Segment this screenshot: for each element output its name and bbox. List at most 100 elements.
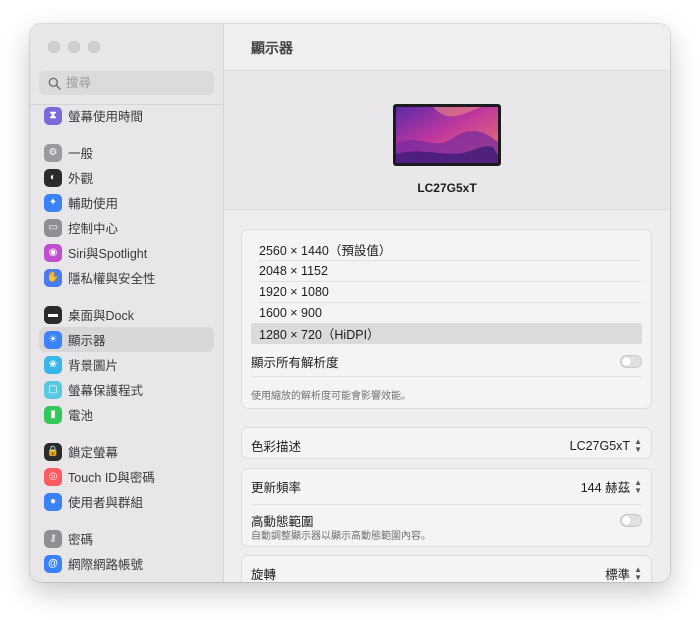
- accessibility-icon: ✦: [44, 193, 62, 212]
- title-bar: 顯示器: [224, 24, 670, 71]
- sidebar-item-label: Siri與Spotlight: [68, 247, 148, 261]
- sidebar-item-siri[interactable]: ◉ Siri與Spotlight: [39, 240, 214, 265]
- sidebar-item-fingerprint[interactable]: ◎ Touch ID與密碼: [39, 464, 214, 489]
- sidebar-item-label: 外觀: [68, 172, 94, 186]
- rotation-card: 旋轉 標準 ▲ ▼: [241, 555, 652, 582]
- resolution-hint: 使用縮放的解析度可能會影響效能。: [251, 391, 411, 402]
- search-input[interactable]: [66, 76, 206, 90]
- lock-icon: 🔒: [44, 442, 62, 461]
- display-name: LC27G5xT: [417, 181, 477, 195]
- sidebar-item-battery[interactable]: ▮ 電池: [39, 402, 214, 427]
- control-center-icon: ▭: [44, 218, 62, 237]
- hdr-toggle[interactable]: [620, 514, 642, 527]
- sidebar-item-gear[interactable]: ⚙ 一般: [39, 140, 214, 165]
- sidebar-list: ⧗ 螢幕使用時間 ⚙ 一般 ◐ 外觀 ✦ 輔助使用 ▭ 控制中心 ◉ Siri與Spotlight ✋ 隱…: [39, 103, 214, 576]
- sidebar-item-label: Touch ID與密碼: [68, 471, 155, 485]
- zoom-button[interactable]: [88, 41, 100, 53]
- refresh-rate-value: 144 赫茲: [580, 481, 631, 495]
- refresh-rate-popup[interactable]: 144 赫茲 ▲ ▼: [581, 477, 642, 496]
- close-button[interactable]: [48, 41, 60, 53]
- sidebar-item-hand[interactable]: ✋ 隱私權與安全性: [39, 265, 214, 290]
- rotation-value: 標準: [605, 568, 631, 582]
- sidebar-item-label: 隱私權與安全性: [68, 272, 156, 286]
- siri-icon: ◉: [44, 243, 62, 262]
- show-all-resolutions-row: 顯示所有解析度: [251, 352, 642, 371]
- sidebar-item-label: 桌面與Dock: [68, 309, 134, 323]
- sidebar-item-key[interactable]: ⚷ 密碼: [39, 526, 214, 551]
- sidebar-item-label: 網際網路帳號: [68, 558, 144, 572]
- page-title: 顯示器: [251, 40, 293, 56]
- divider: [251, 504, 642, 505]
- sidebar-item-hourglass[interactable]: ⧗ 螢幕使用時間: [39, 103, 214, 128]
- users-icon: ●: [44, 492, 62, 511]
- minimize-button[interactable]: [68, 41, 80, 53]
- hand-icon: ✋: [44, 268, 62, 287]
- sidebar-item-display[interactable]: ☀ 顯示器: [39, 327, 214, 352]
- dock-icon: ▬: [44, 305, 62, 324]
- resolution-option[interactable]: 1600 × 900: [251, 302, 642, 323]
- rotation-row: 旋轉 標準 ▲ ▼: [251, 564, 642, 582]
- color-profile-value: LC27G5xT: [569, 438, 631, 453]
- hdr-description: 自動調整顯示器以顯示高動態範圍內容。: [251, 531, 431, 542]
- sidebar-item-users[interactable]: ● 使用者與群組: [39, 489, 214, 514]
- sidebar-item-label: 背景圖片: [68, 359, 119, 373]
- resolution-card: 顯示所有解析度 使用縮放的解析度可能會影響效能。 2560 × 1440（預設值…: [241, 229, 652, 409]
- resolution-option[interactable]: 2048 × 1152: [251, 260, 642, 281]
- sidebar-item-label: 控制中心: [68, 222, 119, 236]
- resolution-option[interactable]: 1280 × 720（HiDPI）: [251, 323, 642, 344]
- rotation-popup[interactable]: 標準 ▲ ▼: [605, 564, 642, 582]
- at-icon: @: [44, 554, 62, 573]
- display-preview: LC27G5xT: [224, 71, 670, 210]
- sidebar-item-label: 電池: [68, 409, 94, 423]
- display-icon: ☀: [44, 330, 62, 349]
- color-profile-card: 色彩描述 LC27G5xT ▲ ▼: [241, 427, 652, 459]
- appearance-icon: ◐: [44, 168, 62, 187]
- sidebar-item-lock[interactable]: 🔒 鎖定螢幕: [39, 439, 214, 464]
- sidebar-item-control-center[interactable]: ▭ 控制中心: [39, 215, 214, 240]
- refresh-hdr-card: 更新頻率 144 赫茲 ▲ ▼ 高動態範圍 自動調整顯示器以顯示高動態範圍內容。: [241, 468, 652, 547]
- hourglass-icon: ⧗: [44, 106, 62, 125]
- settings-window: ⧗ 螢幕使用時間 ⚙ 一般 ◐ 外觀 ✦ 輔助使用 ▭ 控制中心 ◉ Siri與Spotlight ✋ 隱…: [30, 24, 670, 582]
- sidebar-item-label: 顯示器: [68, 334, 106, 348]
- sidebar-item-accessibility[interactable]: ✦ 輔助使用: [39, 190, 214, 215]
- battery-icon: ▮: [44, 405, 62, 424]
- fingerprint-icon: ◎: [44, 467, 62, 486]
- sidebar-item-dock[interactable]: ▬ 桌面與Dock: [39, 302, 214, 327]
- show-all-resolutions-label: 顯示所有解析度: [251, 356, 339, 370]
- show-all-resolutions-toggle[interactable]: [620, 355, 642, 368]
- up-down-chevron-icon: ▲ ▼: [634, 436, 642, 454]
- color-profile-popup[interactable]: LC27G5xT ▲ ▼: [569, 436, 642, 454]
- monitor-icon[interactable]: [393, 104, 501, 166]
- sidebar-item-label: 螢幕保護程式: [68, 384, 144, 398]
- sidebar-item-label: 輔助使用: [68, 197, 119, 211]
- sidebar-item-at[interactable]: @ 網際網路帳號: [39, 551, 214, 576]
- sidebar-item-label: 鎖定螢幕: [68, 446, 119, 460]
- divider: [251, 376, 642, 377]
- resolution-option[interactable]: 1920 × 1080: [251, 281, 642, 302]
- sidebar-item-wallpaper[interactable]: ❀ 背景圖片: [39, 352, 214, 377]
- resolution-option[interactable]: 2560 × 1440（預設值）: [251, 239, 642, 260]
- key-icon: ⚷: [44, 529, 62, 548]
- refresh-rate-label: 更新頻率: [251, 481, 302, 495]
- sidebar-item-label: 螢幕使用時間: [68, 110, 144, 124]
- rotation-label: 旋轉: [251, 568, 277, 582]
- main-pane: 顯示器 LC27G5xT 顯示所有解析度 使用縮放的解析度可能會影響效能。 25…: [224, 24, 670, 582]
- sidebar-item-label: 使用者與群組: [68, 496, 144, 510]
- wallpaper-icon: ❀: [44, 355, 62, 374]
- sidebar: ⧗ 螢幕使用時間 ⚙ 一般 ◐ 外觀 ✦ 輔助使用 ▭ 控制中心 ◉ Siri與Spotlight ✋ 隱…: [30, 24, 224, 582]
- up-down-chevron-icon: ▲ ▼: [634, 477, 642, 495]
- color-profile-label: 色彩描述: [251, 440, 302, 454]
- sidebar-item-screensaver[interactable]: ▢ 螢幕保護程式: [39, 377, 214, 402]
- color-profile-row: 色彩描述 LC27G5xT ▲ ▼: [251, 436, 642, 455]
- screensaver-icon: ▢: [44, 380, 62, 399]
- sidebar-search[interactable]: [39, 71, 214, 95]
- sidebar-item-appearance[interactable]: ◐ 外觀: [39, 165, 214, 190]
- sidebar-item-label: 一般: [68, 147, 94, 161]
- refresh-rate-row: 更新頻率 144 赫茲 ▲ ▼: [251, 477, 642, 496]
- sidebar-item-label: 密碼: [68, 533, 94, 547]
- gear-icon: ⚙: [44, 143, 62, 162]
